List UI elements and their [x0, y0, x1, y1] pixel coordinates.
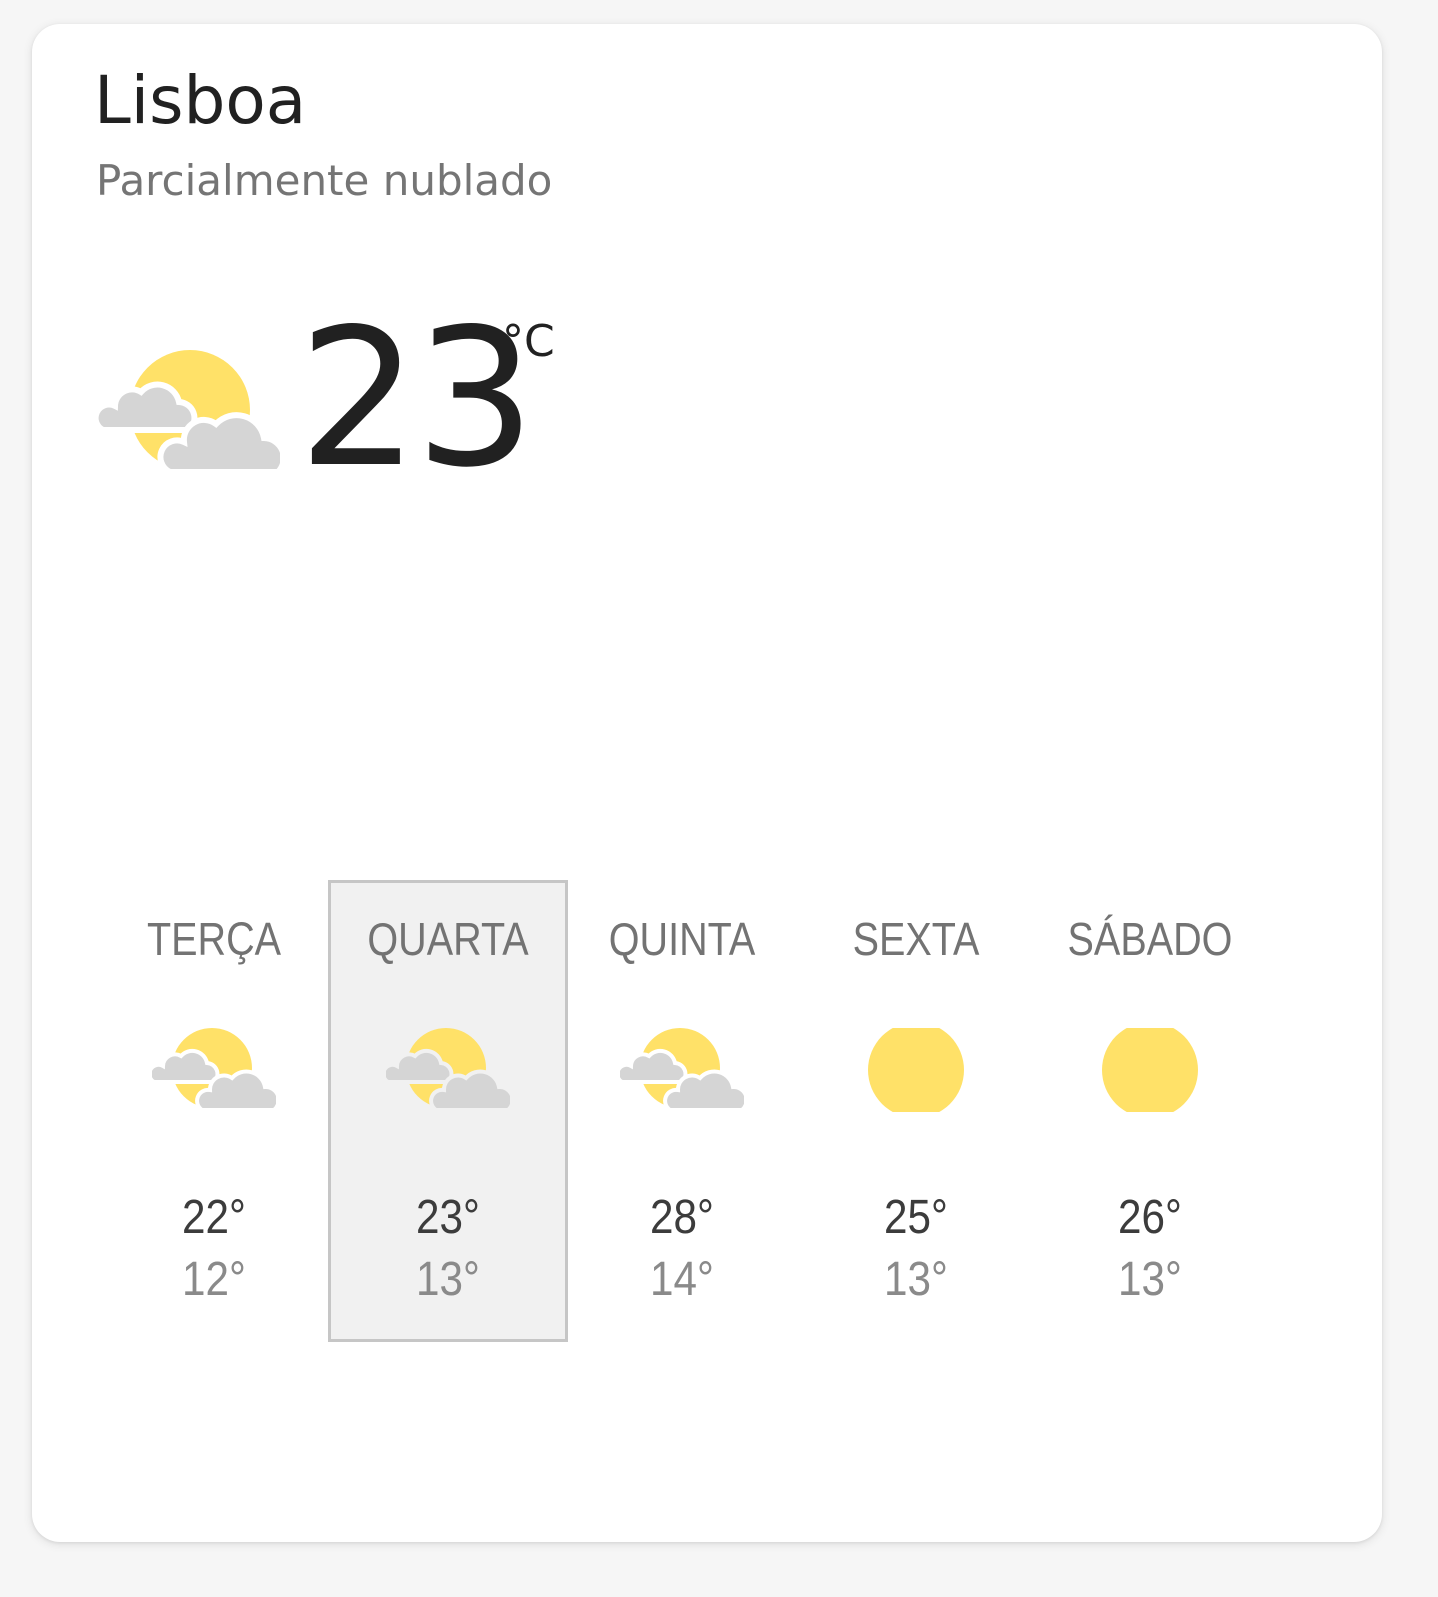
high-temperature: 22°	[182, 1191, 246, 1244]
day-name: TERÇA	[146, 913, 282, 965]
partly-cloudy-icon	[152, 1028, 276, 1112]
partly-cloudy-icon	[620, 1028, 744, 1112]
partly-cloudy-icon	[386, 1028, 510, 1112]
low-temperature: 12°	[182, 1253, 246, 1306]
day-name: QUINTA	[608, 913, 756, 965]
high-temperature: 23°	[416, 1191, 480, 1244]
high-temperature: 26°	[1118, 1191, 1182, 1244]
low-temperature: 14°	[650, 1253, 714, 1306]
sunny-icon	[1102, 1028, 1198, 1112]
day-name: SÁBADO	[1067, 913, 1233, 965]
high-temperature: 28°	[650, 1191, 714, 1244]
weather-card: Lisboa Parcialmente nublado 23 °C TERÇA …	[32, 24, 1382, 1542]
low-temperature: 13°	[884, 1253, 948, 1306]
low-temperature: 13°	[416, 1253, 480, 1306]
low-temperature: 13°	[1118, 1253, 1182, 1306]
forecast-day-tuesday[interactable]: TERÇA 22° 12°	[94, 880, 334, 1342]
day-name: SEXTA	[852, 913, 980, 965]
forecast-day-friday[interactable]: SEXTA 25° 13°	[796, 880, 1036, 1342]
forecast-strip: TERÇA 22° 12° QUARTA 23° 13° QUINTA 28° …	[94, 880, 1334, 1342]
current-temperature: 23	[298, 288, 536, 509]
temperature-unit: °C	[502, 316, 555, 367]
sunny-icon	[868, 1028, 964, 1112]
forecast-day-saturday[interactable]: SÁBADO 26° 13°	[1030, 880, 1270, 1342]
forecast-day-wednesday[interactable]: QUARTA 23° 13°	[328, 880, 568, 1342]
weather-condition: Parcialmente nublado	[96, 156, 553, 205]
city-name: Lisboa	[94, 62, 307, 139]
forecast-day-thursday[interactable]: QUINTA 28° 14°	[562, 880, 802, 1342]
partly-cloudy-icon	[98, 350, 280, 474]
high-temperature: 25°	[884, 1191, 948, 1244]
day-name: QUARTA	[367, 913, 529, 965]
